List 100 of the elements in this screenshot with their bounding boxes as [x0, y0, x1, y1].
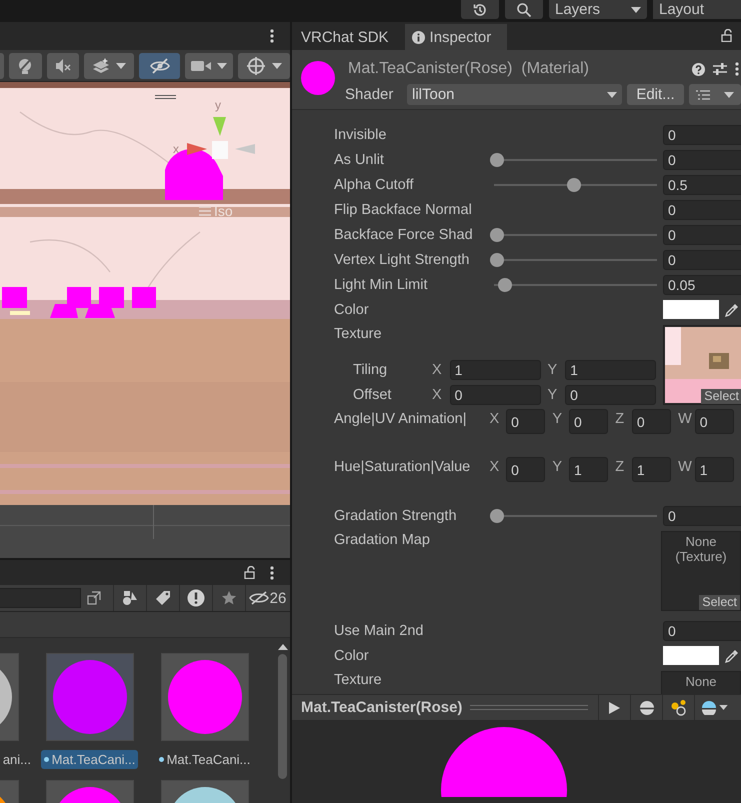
axis-label: X	[490, 458, 500, 477]
axis-label: Z	[615, 410, 626, 429]
axis-label: Z	[615, 458, 626, 477]
drag-handle-icon[interactable]	[470, 705, 588, 710]
exclamation-icon	[187, 589, 205, 607]
number-field[interactable]: 0	[663, 124, 741, 144]
muted-speaker-icon	[54, 58, 72, 74]
property-label: Texture	[334, 671, 383, 690]
caret-icon	[718, 705, 728, 710]
eyedropper-icon[interactable]	[725, 648, 739, 662]
caret-icon	[116, 62, 126, 68]
number-field[interactable]: 0	[663, 506, 741, 526]
number-field[interactable]: 0.5	[663, 174, 741, 194]
axis-label: Y	[552, 410, 564, 429]
axis-label: W	[678, 458, 693, 477]
number-field[interactable]: 0	[663, 250, 741, 270]
more-options-icon[interactable]	[735, 62, 739, 76]
asset-label[interactable]: ani...	[0, 750, 34, 769]
scene-toolbar-button[interactable]	[84, 52, 134, 78]
star-icon	[221, 590, 237, 606]
number-field[interactable]: 0	[506, 457, 546, 482]
hidden-count-button[interactable]: 26	[245, 585, 289, 611]
number-field[interactable]: 0	[506, 409, 546, 434]
more-options-icon[interactable]	[270, 29, 274, 43]
number-field[interactable]: 1	[694, 457, 734, 482]
shader-dropdown[interactable]: lilToon	[407, 84, 622, 105]
more-options-icon[interactable]	[270, 566, 274, 580]
info-icon	[412, 30, 425, 44]
shapes-icon	[122, 590, 138, 606]
axis-label: Y	[548, 362, 558, 378]
layers-icon	[92, 58, 110, 74]
scene-toolbar-button[interactable]	[185, 52, 234, 78]
scene-toolbar-button[interactable]	[139, 52, 180, 78]
slider-handle[interactable]	[498, 278, 512, 292]
texture-slot[interactable]: None (Texture) Select	[661, 531, 741, 611]
layout-dropdown[interactable]: Layout	[653, 0, 741, 19]
number-field[interactable]: 1	[565, 360, 656, 380]
axis-label: Y	[548, 386, 558, 402]
color-swatch[interactable]	[663, 646, 719, 665]
panel-tab[interactable]: VRChat SDK	[294, 24, 405, 50]
caret-icon	[631, 6, 641, 12]
number-field[interactable]: 1	[569, 457, 608, 482]
number-field[interactable]: 0.05	[663, 274, 741, 294]
asset-label[interactable]: Mat.TeaCani...	[156, 750, 254, 769]
number-field[interactable]: 1	[450, 360, 541, 380]
axis-label: X	[490, 410, 500, 429]
number-field[interactable]: 0	[663, 200, 741, 220]
panel-tab[interactable]: Inspector	[404, 24, 508, 50]
slider-handle[interactable]	[490, 252, 504, 266]
caret-icon	[217, 62, 228, 68]
property-label: Texture	[334, 325, 383, 344]
number-field[interactable]: 0	[663, 620, 741, 640]
material-title: Mat.TeaCanister(Rose) (Material)	[348, 60, 590, 78]
history-button[interactable]	[461, 0, 499, 19]
tag-icon	[155, 590, 171, 606]
number-field[interactable]: 0	[565, 384, 656, 404]
edit-button[interactable]: Edit...	[627, 84, 684, 105]
scene-toolbar-button[interactable]	[238, 52, 290, 78]
expand-icon[interactable]	[87, 591, 101, 605]
shader-label: Shader	[345, 86, 394, 103]
property-label: Tiling	[353, 362, 388, 378]
slider-handle[interactable]	[490, 228, 504, 242]
number-field[interactable]: 0	[663, 150, 741, 170]
preview-title: Mat.TeaCanister(Rose)	[301, 699, 462, 716]
settings-sliders-icon[interactable]	[713, 62, 727, 76]
property-label: Color	[334, 302, 370, 318]
lock-icon[interactable]	[244, 566, 256, 579]
number-field[interactable]: 0	[694, 409, 734, 434]
texture-slot[interactable]: None	[661, 671, 741, 694]
material-thumbnail[interactable]	[46, 653, 134, 741]
material-sphere-icon	[301, 60, 335, 96]
search-field[interactable]	[0, 588, 81, 608]
scroll-up-icon[interactable]	[278, 644, 288, 650]
search-button[interactable]	[505, 0, 543, 19]
number-field[interactable]: 0	[569, 409, 608, 434]
sphere-icon	[640, 700, 654, 714]
lights-icon	[670, 700, 687, 716]
color-swatch[interactable]	[663, 300, 719, 319]
help-icon[interactable]	[692, 62, 705, 76]
eyedropper-icon[interactable]	[725, 302, 739, 316]
material-thumbnail[interactable]	[160, 653, 248, 741]
scene-toolbar-button[interactable]	[46, 52, 80, 78]
number-field[interactable]: 1	[632, 457, 672, 482]
slider-handle[interactable]	[566, 178, 580, 192]
texture-slot[interactable]: Select	[663, 325, 741, 405]
scene-toolbar-button[interactable]	[8, 52, 42, 78]
orientation-gizmo-drawing[interactable]	[187, 117, 255, 161]
layers-dropdown[interactable]: Layers	[549, 0, 647, 19]
property-label: Vertex Light Strength	[334, 252, 470, 268]
drag-handle-icon[interactable]	[155, 95, 176, 99]
number-field[interactable]: 0	[663, 224, 741, 244]
slider-handle[interactable]	[490, 508, 504, 522]
select-button[interactable]: Select	[701, 389, 741, 404]
lock-icon[interactable]	[721, 29, 733, 42]
slider-handle[interactable]	[490, 152, 504, 166]
list-dropdown[interactable]	[689, 84, 741, 105]
asset-label[interactable]: Mat.TeaCani...	[40, 750, 138, 769]
number-field[interactable]: 0	[632, 409, 672, 434]
select-button[interactable]: Select	[699, 595, 740, 610]
number-field[interactable]: 0	[450, 384, 541, 404]
